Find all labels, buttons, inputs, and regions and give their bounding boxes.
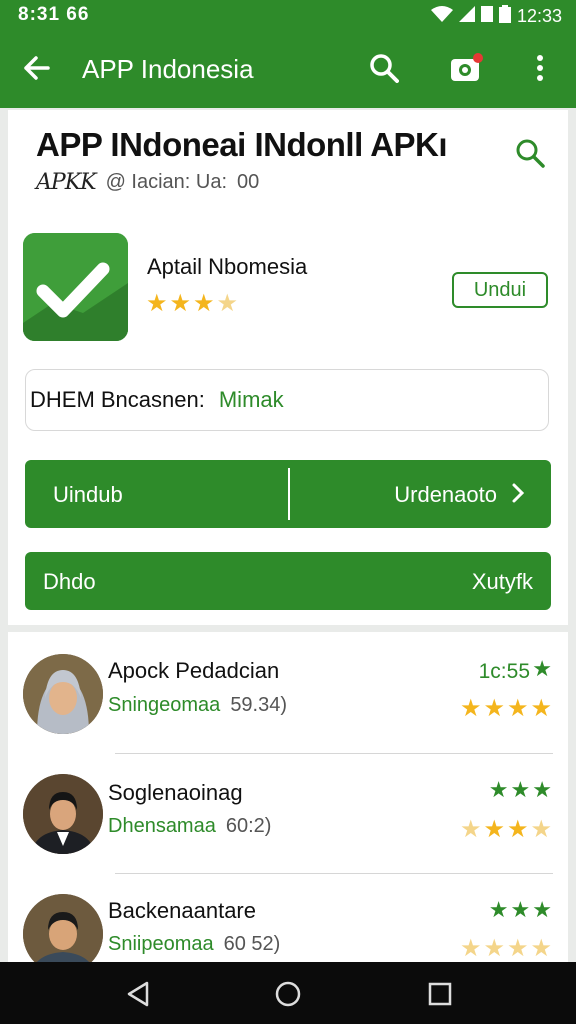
- info-label: DHEM Bncasnen:: [30, 387, 205, 412]
- camera-icon[interactable]: [446, 48, 486, 88]
- star-icon: ★: [532, 897, 552, 922]
- status-time: 12:33: [516, 6, 562, 26]
- battery-icon: [498, 5, 511, 28]
- search-icon[interactable]: [364, 48, 404, 88]
- back-icon[interactable]: [16, 48, 56, 88]
- review-name: Soglenaoinag: [108, 780, 243, 805]
- star-icon: ★: [483, 935, 505, 962]
- review-sub-value: 60:2): [225, 815, 272, 837]
- app-icon[interactable]: [23, 233, 128, 341]
- status-right: 12:33: [430, 5, 562, 28]
- review-rating: ★ ★ ★ ★: [460, 697, 552, 721]
- subtitle-row: APKK @ Iacian: Ua: 00: [36, 170, 259, 195]
- star-icon: ★: [532, 656, 552, 681]
- star-icon: ★: [506, 816, 529, 843]
- star-icon: ★: [169, 290, 192, 317]
- status-bar: 8:31 66 12:33: [0, 0, 576, 30]
- review-name: Apock Pedadcian: [108, 658, 280, 683]
- action-left-button[interactable]: Uindub: [53, 482, 123, 508]
- avatar[interactable]: [23, 774, 103, 854]
- star-icon: ★: [488, 777, 509, 802]
- star-icon: ★: [146, 290, 168, 317]
- review-sub-label: Sniipeomaa: [108, 933, 214, 955]
- star-icon: ★: [506, 935, 529, 962]
- secondary-right-label: Xutyfk: [471, 569, 533, 594]
- header-search-icon[interactable]: [514, 137, 546, 174]
- review-top-stars: ★ ★ ★: [489, 779, 552, 801]
- star-icon: ★: [530, 695, 552, 722]
- nav-back-icon[interactable]: [120, 976, 156, 1012]
- signal-icon: [458, 6, 475, 27]
- review-top-stars: ★: [532, 658, 552, 680]
- review-top-stars: ★ ★ ★: [489, 899, 552, 921]
- action-button-row: Uindub Urdenaoto: [25, 460, 551, 528]
- subtitle-count: 00: [237, 171, 260, 193]
- secondary-action-bar[interactable]: Dhdo Xutyfk: [25, 552, 551, 610]
- subtitle-text: @ Iacian: Ua:: [105, 171, 228, 193]
- secondary-left-label: Dhdo: [43, 569, 96, 594]
- review-sub-label: Dhensamaa: [108, 815, 216, 837]
- app-rating: ★ ★ ★ ★: [146, 292, 238, 316]
- review-divider: [115, 753, 553, 754]
- star-icon: ★: [488, 897, 509, 922]
- star-icon: ★: [532, 777, 552, 802]
- review-name: Backenaantare: [108, 898, 256, 923]
- nav-recent-icon[interactable]: [422, 976, 458, 1012]
- more-icon[interactable]: [520, 48, 560, 88]
- sim-icon: [480, 6, 493, 27]
- star-icon: ★: [483, 695, 505, 722]
- review-sub: Sningeomaa 59.34): [108, 694, 287, 717]
- chevron-right-icon: [511, 482, 525, 510]
- info-value[interactable]: Mimak: [219, 387, 284, 413]
- review-sub: Dhensamaa 60:2): [108, 815, 271, 838]
- star-icon: ★: [506, 695, 529, 722]
- action-right-button[interactable]: Urdenaoto: [394, 482, 497, 508]
- star-icon: ★: [459, 816, 482, 843]
- wifi-icon: [430, 6, 453, 27]
- review-sub-label: Sningeomaa: [108, 694, 221, 716]
- app-bar: APP Indonesia: [0, 30, 576, 108]
- avatar[interactable]: [23, 654, 103, 734]
- app-bar-title: APP Indonesia: [82, 54, 254, 84]
- review-rating: ★ ★ ★ ★: [460, 818, 552, 842]
- review-sub: Sniipeomaa 60 52): [108, 933, 280, 956]
- action-divider: [288, 468, 290, 520]
- system-nav-bar: [0, 962, 576, 1024]
- download-button[interactable]: Undui: [452, 272, 548, 308]
- review-sub-value: 59.34): [230, 694, 288, 716]
- review-divider: [115, 873, 553, 874]
- star-icon: ★: [193, 290, 215, 317]
- status-left-text: 8:31 66: [18, 4, 90, 25]
- star-half-icon: ★: [530, 816, 552, 843]
- app-name: Aptail Nbomesia: [147, 254, 308, 279]
- review-sub-value: 60 52): [223, 933, 281, 955]
- star-icon: ★: [459, 695, 482, 722]
- page-title: APP INdoneai INdonll APKı: [36, 126, 448, 163]
- star-icon: ★: [510, 897, 531, 922]
- review-rating: ★ ★ ★ ★: [460, 937, 552, 961]
- star-icon: ★: [530, 935, 552, 962]
- review-meta: 1c:55: [478, 660, 530, 683]
- star-half-icon: ★: [216, 290, 239, 317]
- info-box: DHEM Bncasnen: Mimak: [25, 369, 549, 431]
- star-icon: ★: [459, 935, 482, 962]
- star-icon: ★: [510, 777, 531, 802]
- apk-logo: APKK: [36, 170, 97, 195]
- nav-home-icon[interactable]: [270, 976, 306, 1012]
- star-icon: ★: [483, 816, 505, 843]
